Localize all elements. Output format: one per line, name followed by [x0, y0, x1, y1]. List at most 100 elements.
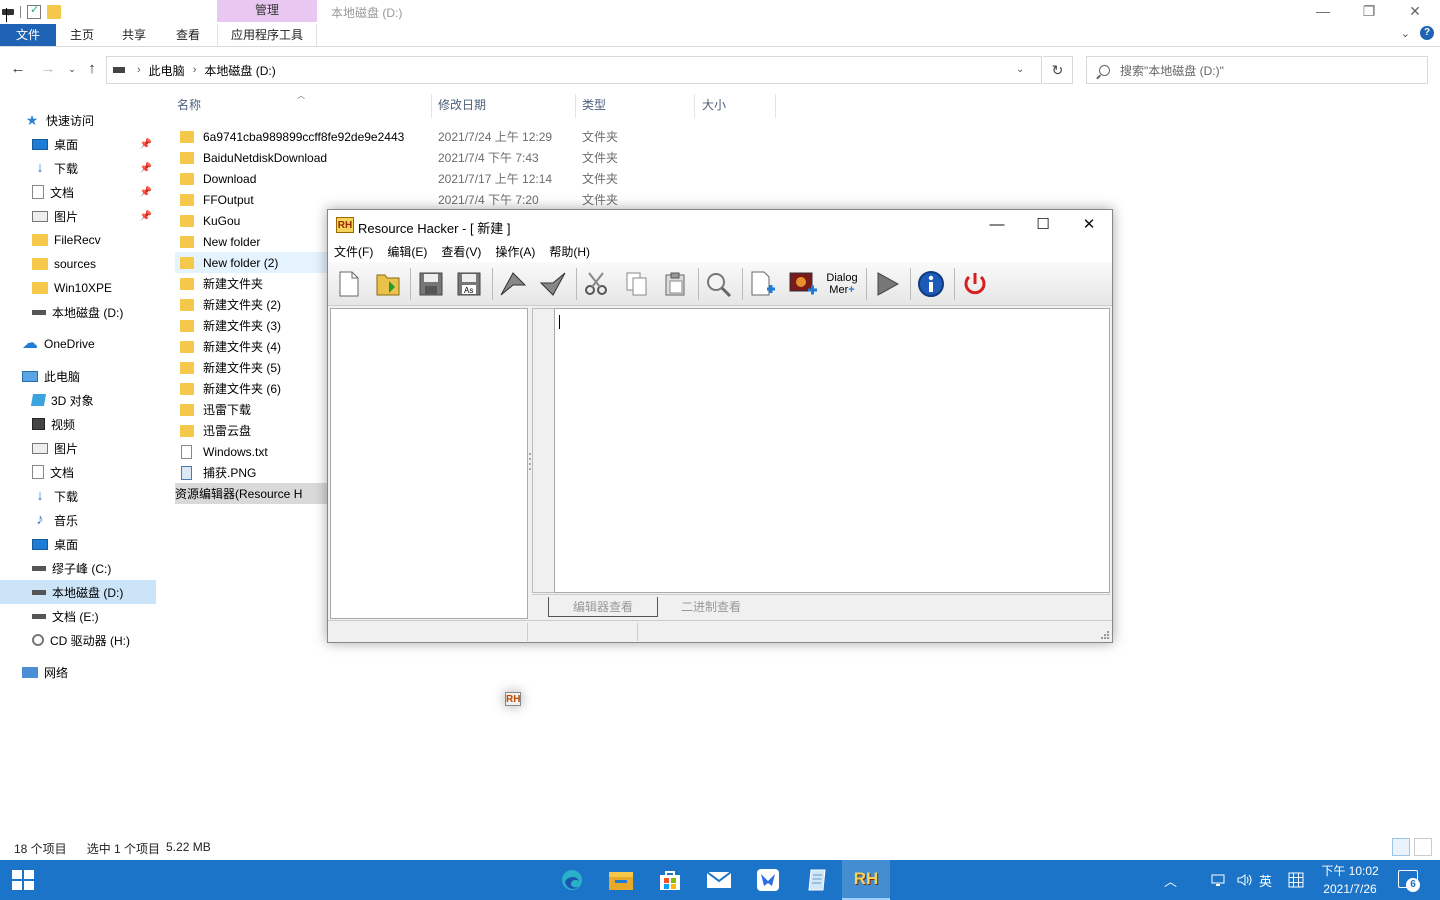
- windows-start-icon[interactable]: [12, 870, 34, 890]
- add-resource-button[interactable]: [746, 268, 780, 300]
- system-clock[interactable]: 下午 10:02 2021/7/26: [1318, 862, 1382, 898]
- breadcrumb-this-pc[interactable]: 此电脑: [149, 62, 185, 79]
- find-button[interactable]: [702, 268, 736, 300]
- search-input[interactable]: 搜索"本地磁盘 (D:)": [1086, 56, 1428, 84]
- tab-editor-view[interactable]: 编辑器查看: [548, 597, 658, 617]
- volume-tray-icon[interactable]: [1236, 860, 1254, 900]
- compile-run-button[interactable]: [870, 268, 904, 300]
- pin-icon[interactable]: 📌: [140, 187, 152, 198]
- nav-sources[interactable]: sources: [32, 252, 188, 276]
- add-image-resource-button[interactable]: [786, 268, 820, 300]
- column-header-size[interactable]: 大小: [702, 92, 726, 118]
- taskbar-file-explorer[interactable]: [597, 860, 645, 900]
- context-tab-manage[interactable]: 管理: [217, 0, 317, 22]
- network-tray-icon[interactable]: [1210, 860, 1228, 900]
- properties-icon[interactable]: [27, 3, 41, 19]
- menu-view[interactable]: 查看(V): [441, 243, 481, 260]
- menu-help[interactable]: 帮助(H): [549, 243, 590, 260]
- nav-3d-objects[interactable]: 3D 对象: [30, 388, 188, 412]
- column-divider[interactable]: [431, 94, 432, 118]
- details-view-icon[interactable]: [1392, 838, 1410, 856]
- refresh-button[interactable]: ↻: [1043, 56, 1073, 84]
- back-icon[interactable]: ←: [8, 60, 28, 77]
- menu-file[interactable]: 文件(F): [334, 243, 373, 260]
- column-header-name[interactable]: 名称: [177, 92, 201, 118]
- nav-videos[interactable]: 视频: [32, 412, 188, 436]
- address-bar[interactable]: › 此电脑 › 本地磁盘 (D:): [106, 56, 1042, 84]
- file-row[interactable]: Download 2021/7/17 上午 12:14 文件夹: [175, 168, 650, 189]
- nav-cd-drive[interactable]: CD 驱动器 (H:): [32, 628, 188, 652]
- copy-button[interactable]: [620, 268, 654, 300]
- tab-view[interactable]: 查看: [166, 24, 210, 46]
- minimize-button[interactable]: —: [1300, 0, 1346, 24]
- forward-arrow-button[interactable]: [536, 268, 570, 300]
- menu-action[interactable]: 操作(A): [495, 243, 535, 260]
- taskbar-feishu[interactable]: [744, 860, 792, 900]
- cut-button[interactable]: [580, 268, 614, 300]
- nav-drive-d-quick[interactable]: 本地磁盘 (D:): [32, 300, 188, 324]
- nav-drive-c[interactable]: 缪子峰 (C:): [32, 556, 188, 580]
- pin-icon[interactable]: 📌: [140, 211, 152, 222]
- about-button[interactable]: [914, 268, 948, 300]
- taskbar-notepad[interactable]: [793, 860, 841, 900]
- open-file-button[interactable]: [371, 268, 405, 300]
- menu-edit[interactable]: 编辑(E): [387, 243, 427, 260]
- tab-share[interactable]: 共享: [112, 24, 156, 46]
- nav-documents-pc[interactable]: 文档: [32, 460, 188, 484]
- nav-drive-e[interactable]: 文档 (E:): [32, 604, 188, 628]
- exit-button[interactable]: [958, 268, 992, 300]
- nav-network[interactable]: 网络: [22, 660, 178, 684]
- taskbar-edge[interactable]: [548, 860, 596, 900]
- back-arrow-button[interactable]: [496, 268, 530, 300]
- save-button[interactable]: [414, 268, 448, 300]
- file-row[interactable]: 6a9741cba989899ccff8fe92de9e2443 2021/7/2…: [175, 126, 650, 147]
- dialog-merger-button[interactable]: Dialog Mer+: [824, 268, 860, 300]
- chevron-down-icon[interactable]: ▾: [6, 8, 11, 22]
- column-divider[interactable]: [775, 94, 776, 118]
- paste-button[interactable]: [658, 268, 692, 300]
- rh-titlebar[interactable]: RH Resource Hacker - [ 新建 ] — ☐ ✕: [328, 210, 1112, 240]
- resource-tree-pane[interactable]: [330, 308, 528, 619]
- pin-icon[interactable]: 📌: [140, 139, 152, 150]
- new-folder-icon[interactable]: [47, 5, 61, 19]
- rh-maximize-button[interactable]: ☐: [1020, 210, 1066, 240]
- ime-mode-icon[interactable]: [1288, 860, 1304, 900]
- resize-grip-icon[interactable]: [1100, 630, 1110, 640]
- nav-downloads[interactable]: ↓ 下载 📌: [32, 156, 188, 180]
- breadcrumb-drive-d[interactable]: 本地磁盘 (D:): [204, 62, 275, 79]
- maximize-button[interactable]: ❐: [1346, 0, 1392, 24]
- new-file-button[interactable]: [332, 268, 366, 300]
- nav-music[interactable]: ♪ 音乐: [32, 508, 188, 532]
- nav-downloads-pc[interactable]: ↓ 下载: [32, 484, 188, 508]
- breadcrumb-separator[interactable]: ›: [193, 64, 197, 76]
- nav-quick-access[interactable]: ★ 快速访问: [24, 108, 180, 132]
- recent-locations-icon[interactable]: ⌄: [62, 64, 82, 75]
- large-icons-view-icon[interactable]: [1414, 838, 1432, 856]
- show-hidden-icons[interactable]: ︿: [1164, 860, 1177, 900]
- tab-file[interactable]: 文件: [0, 24, 56, 46]
- column-divider[interactable]: [694, 94, 695, 118]
- expand-ribbon-icon[interactable]: ⌄: [1401, 27, 1410, 40]
- save-as-button[interactable]: As: [452, 268, 486, 300]
- nav-pictures-pc[interactable]: 图片: [32, 436, 188, 460]
- taskbar-resource-hacker[interactable]: RH: [842, 860, 890, 900]
- nav-filerecv[interactable]: FileRecv: [32, 228, 188, 252]
- taskbar-mail[interactable]: [695, 860, 743, 900]
- tab-app-tools[interactable]: 应用程序工具: [217, 24, 317, 46]
- nav-documents[interactable]: 文档 📌: [32, 180, 188, 204]
- script-editor[interactable]: [554, 308, 1110, 593]
- close-button[interactable]: ✕: [1392, 0, 1438, 24]
- column-divider[interactable]: [575, 94, 576, 118]
- file-row[interactable]: FFOutput 2021/7/4 下午 7:20 文件夹: [175, 189, 650, 210]
- ime-language-indicator[interactable]: 英: [1259, 860, 1272, 900]
- nav-desktop[interactable]: 桌面 📌: [32, 132, 188, 156]
- taskbar-store[interactable]: [646, 860, 694, 900]
- rh-minimize-button[interactable]: —: [974, 210, 1020, 240]
- column-header-date[interactable]: 修改日期: [438, 92, 486, 118]
- column-header-type[interactable]: 类型: [582, 92, 606, 118]
- help-icon[interactable]: ?: [1420, 26, 1434, 40]
- nav-this-pc[interactable]: 此电脑: [22, 364, 178, 388]
- tab-home[interactable]: 主页: [60, 24, 104, 46]
- rh-close-button[interactable]: ✕: [1066, 210, 1112, 240]
- address-dropdown-icon[interactable]: ⌄: [1016, 64, 1024, 75]
